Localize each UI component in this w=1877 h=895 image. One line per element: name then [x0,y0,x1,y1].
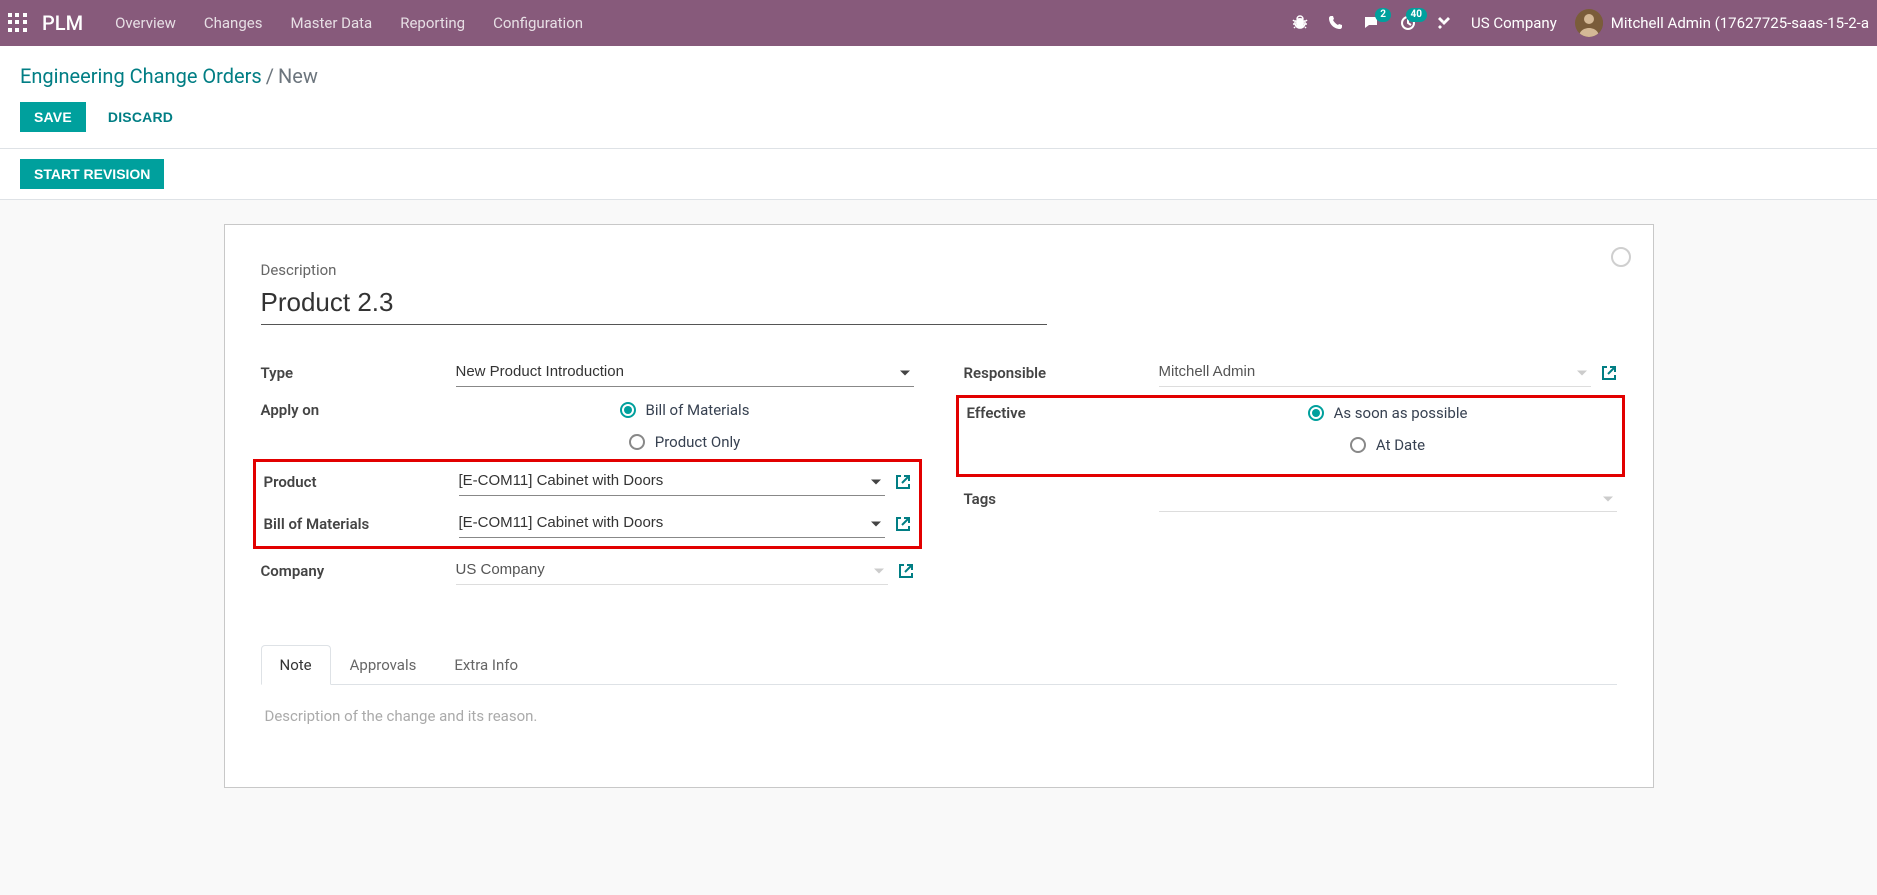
external-link-icon[interactable] [1601,365,1617,381]
discard-button[interactable]: Discard [94,102,187,132]
avatar [1575,9,1603,37]
note-placeholder: Description of the change and its reason… [265,707,1613,725]
nav-master-data[interactable]: Master Data [290,14,372,32]
nav-changes[interactable]: Changes [204,14,263,32]
tab-note[interactable]: Note [261,645,331,685]
nav-reporting[interactable]: Reporting [400,14,465,32]
apply-on-product-label: Product Only [655,433,741,451]
tags-input[interactable] [1159,486,1617,512]
product-label: Product [264,473,459,491]
bom-select[interactable] [459,510,885,538]
company-label: Company [261,562,456,580]
apply-on-bom-radio[interactable]: Bill of Materials [620,401,750,419]
note-content[interactable]: Description of the change and its reason… [261,685,1617,747]
effective-label: Effective [967,404,1162,422]
type-select[interactable] [456,359,914,387]
highlight-effective: Effective As soon as possible At Date [956,395,1625,477]
activity-icon[interactable]: 40 [1399,14,1417,32]
external-link-icon[interactable] [898,563,914,579]
type-label: Type [261,364,456,382]
responsible-label: Responsible [964,364,1159,382]
start-revision-button[interactable]: Start Revision [20,159,164,189]
effective-asap-radio[interactable]: As soon as possible [1308,404,1468,422]
breadcrumb-parent[interactable]: Engineering Change Orders [20,64,262,88]
statusbar: Start Revision [0,148,1877,200]
tab-approvals[interactable]: Approvals [331,645,436,685]
bug-icon[interactable] [1291,14,1309,32]
tab-extra-info[interactable]: Extra Info [435,645,537,685]
radio-unchecked-icon [629,434,645,450]
priority-toggle[interactable] [1611,247,1631,267]
tools-icon[interactable] [1435,14,1453,32]
user-menu[interactable]: Mitchell Admin (17627725-saas-15-2-a [1575,9,1869,37]
effective-atdate-label: At Date [1376,436,1425,454]
description-input[interactable] [261,283,1047,325]
radio-checked-icon [620,402,636,418]
top-navbar: PLM Overview Changes Master Data Reporti… [0,0,1877,46]
phone-icon[interactable] [1327,14,1345,32]
bom-label: Bill of Materials [264,515,459,533]
nav-configuration[interactable]: Configuration [493,14,583,32]
external-link-icon[interactable] [895,516,911,532]
app-brand[interactable]: PLM [42,11,83,35]
apply-on-product-radio[interactable]: Product Only [629,433,741,451]
description-label: Description [261,261,1617,279]
company-select[interactable] [456,557,888,585]
activity-badge: 40 [1406,8,1427,22]
radio-checked-icon [1308,405,1324,421]
chevron-down-icon [1603,496,1613,501]
control-panel: Engineering Change Orders/New Save Disca… [0,46,1877,148]
highlight-product-bom: Product Bill of Materials [253,459,922,549]
tags-label: Tags [964,490,1159,508]
messages-badge: 2 [1375,8,1391,22]
breadcrumb-current: New [278,64,318,88]
responsible-select[interactable] [1159,359,1591,387]
company-selector[interactable]: US Company [1471,14,1557,32]
external-link-icon[interactable] [895,474,911,490]
product-select[interactable] [459,468,885,496]
user-name: Mitchell Admin (17627725-saas-15-2-a [1611,14,1869,32]
radio-unchecked-icon [1350,437,1366,453]
nav-overview[interactable]: Overview [115,14,176,32]
messages-icon[interactable]: 2 [1363,14,1381,32]
effective-atdate-radio[interactable]: At Date [1350,436,1425,454]
apply-on-bom-label: Bill of Materials [646,401,750,419]
form-sheet: Description Type Apply on [224,224,1654,788]
apps-icon[interactable] [8,13,28,33]
effective-asap-label: As soon as possible [1334,404,1468,422]
breadcrumb: Engineering Change Orders/New [20,64,1857,88]
save-button[interactable]: Save [20,102,86,132]
apply-on-label: Apply on [261,401,456,419]
tabs: Note Approvals Extra Info [261,645,1617,685]
